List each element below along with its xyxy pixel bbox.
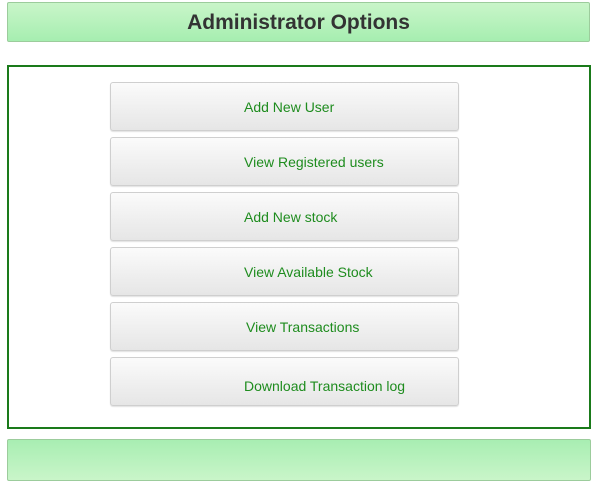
view-available-stock-button[interactable]: View Available Stock <box>110 247 459 296</box>
view-transactions-label: View Transactions <box>246 318 360 335</box>
add-new-user-label: Add New User <box>244 98 335 115</box>
view-available-stock-label: View Available Stock <box>244 263 373 280</box>
view-transactions-button[interactable]: View Transactions <box>110 302 459 351</box>
add-new-stock-button[interactable]: Add New stock <box>110 192 459 241</box>
download-transaction-log-label: Download Transaction log <box>244 378 406 395</box>
admin-options-panel: Add New User View Registered users Add N… <box>7 65 591 429</box>
view-registered-users-label: View Registered users <box>244 153 384 170</box>
footer-bar <box>7 439 591 481</box>
page-title: Administrator Options <box>187 11 410 34</box>
view-registered-users-button[interactable]: View Registered users <box>110 137 459 186</box>
download-transaction-log-button[interactable]: Download Transaction log <box>110 357 459 406</box>
header-bar: Administrator Options <box>7 2 590 42</box>
add-new-stock-label: Add New stock <box>244 208 338 225</box>
add-new-user-button[interactable]: Add New User <box>110 82 459 131</box>
